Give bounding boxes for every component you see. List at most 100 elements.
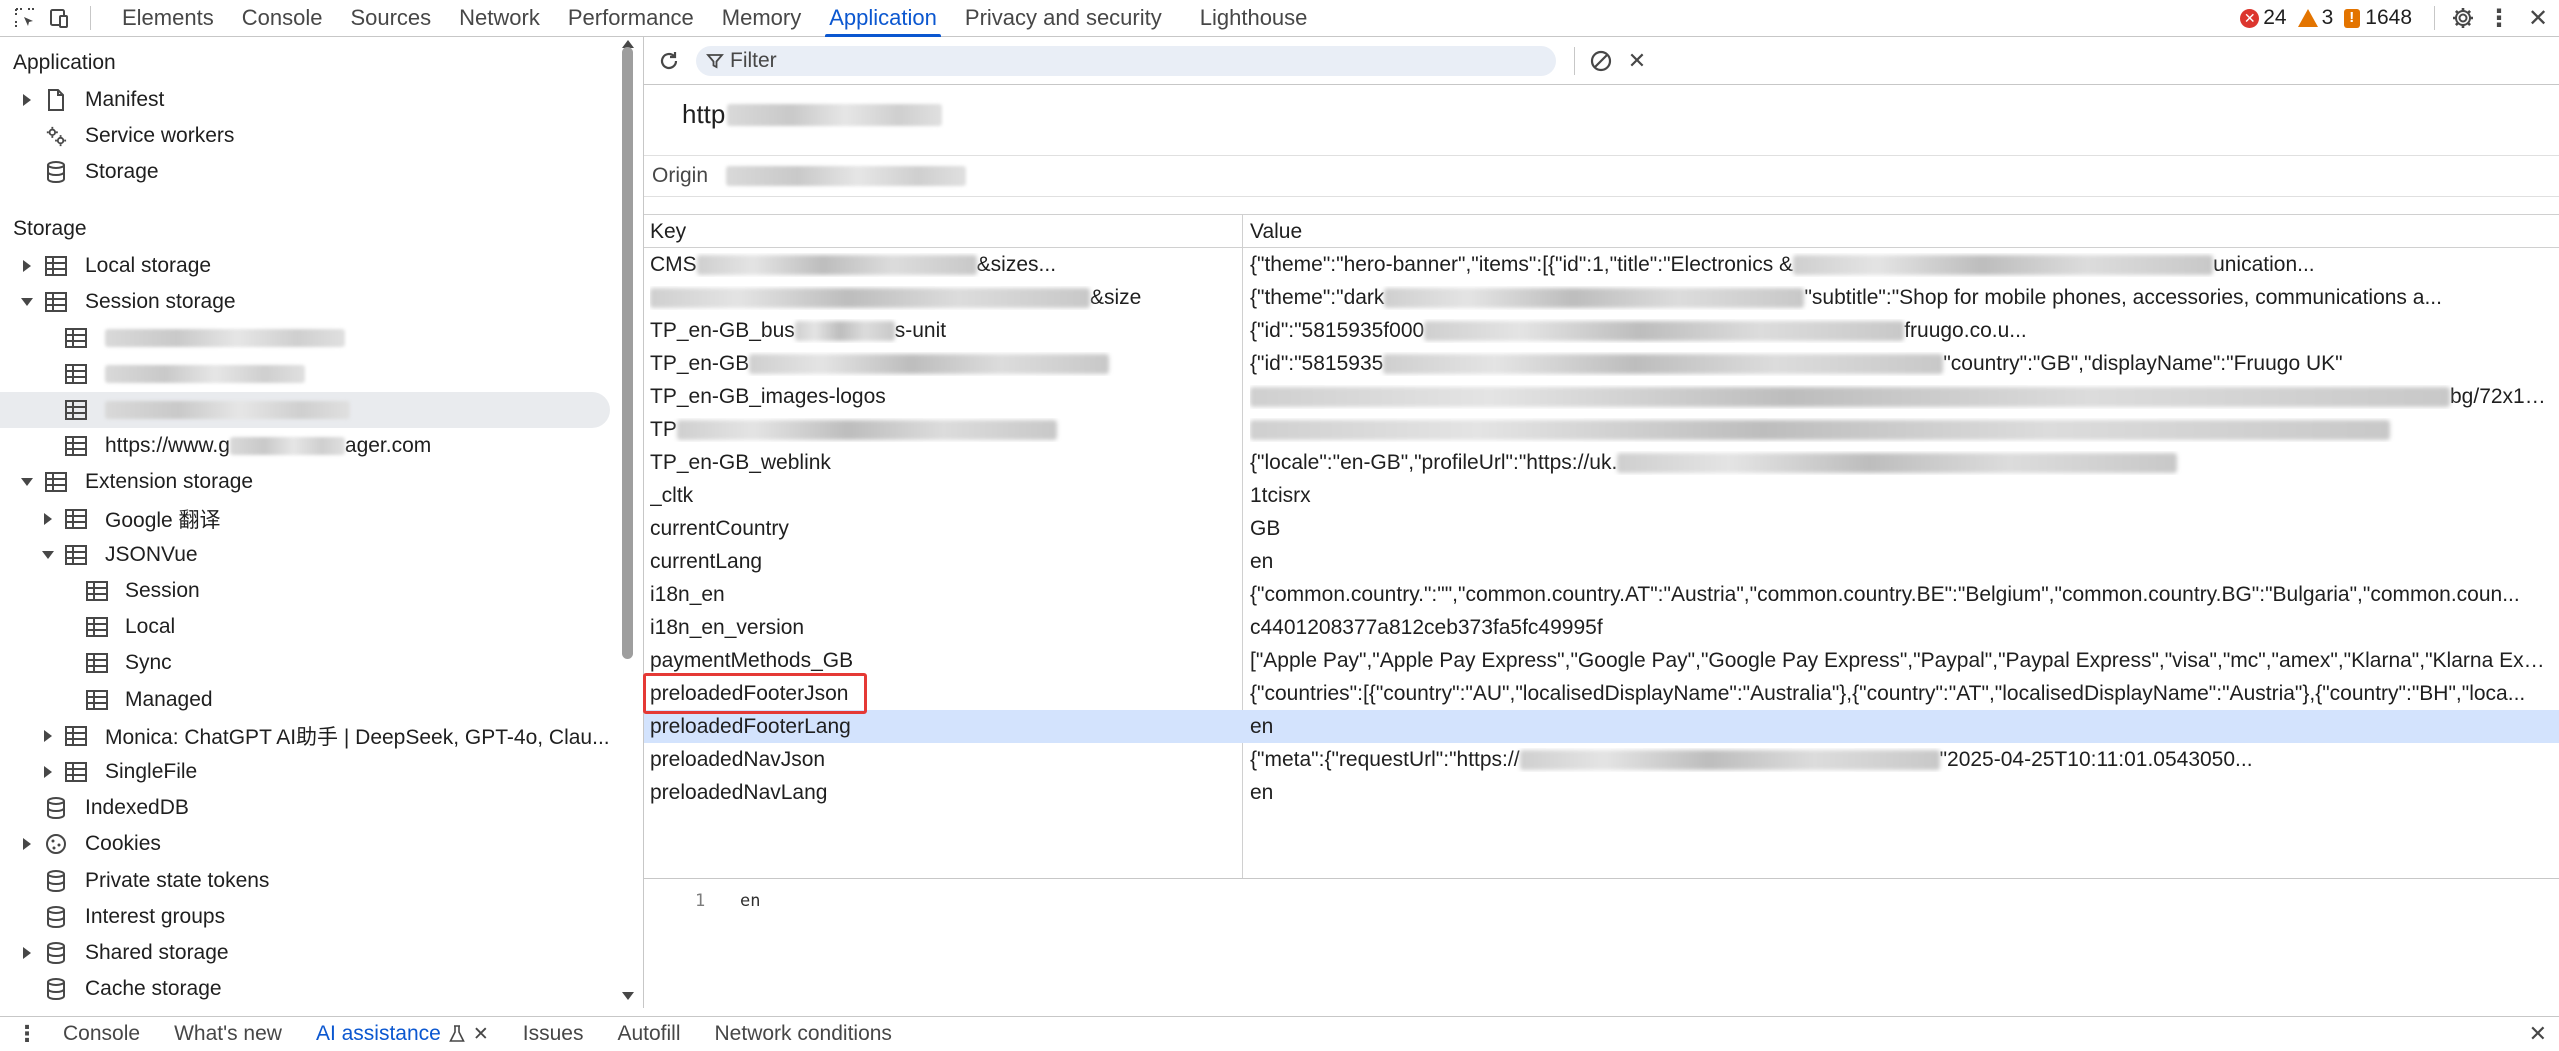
- close-tab-icon[interactable]: ✕: [473, 1023, 489, 1046]
- key-cell[interactable]: CMS &sizes...: [650, 253, 1235, 277]
- sidebar-item-cache-storage[interactable]: Cache storage: [0, 971, 610, 1007]
- sidebar-item-session-origin[interactable]: [0, 356, 610, 392]
- key-cell[interactable]: currentCountry: [650, 517, 1235, 541]
- table-row[interactable]: i18n_en_version c4401208377a812ceb373fa5f…: [644, 611, 2559, 644]
- table-row[interactable]: TP: [644, 413, 2559, 446]
- value-cell[interactable]: en: [1250, 781, 2550, 805]
- value-cell[interactable]: GB: [1250, 517, 2550, 541]
- sidebar-item-monica[interactable]: Monica: ChatGPT AI助手 | DeepSeek, GPT-4o,…: [0, 718, 610, 754]
- value-cell[interactable]: {"locale":"en-GB","profileUrl":"https://…: [1250, 451, 2550, 475]
- value-cell[interactable]: en: [1250, 715, 2550, 739]
- tab-memory[interactable]: Memory: [708, 0, 815, 36]
- sidebar-item-jsonvue-managed[interactable]: Managed: [0, 682, 610, 718]
- expand-arrow-icon[interactable]: [19, 248, 35, 284]
- key-cell[interactable]: TP_en-GB: [650, 352, 1235, 376]
- drawer-tab-whats-new[interactable]: What's new: [157, 1017, 299, 1051]
- key-cell[interactable]: TP_en-GB_weblink: [650, 451, 1235, 475]
- key-cell[interactable]: _cltk: [650, 484, 1235, 508]
- issues-count-badge[interactable]: 1648: [2344, 6, 2412, 30]
- close-drawer-icon[interactable]: ✕: [2529, 1017, 2547, 1051]
- expand-arrow-icon[interactable]: [40, 718, 56, 754]
- sidebar-item-session-storage[interactable]: Session storage: [0, 284, 610, 320]
- collapse-arrow-icon[interactable]: [19, 284, 35, 320]
- collapse-arrow-icon[interactable]: [19, 464, 35, 500]
- value-cell[interactable]: {"meta":{"requestUrl":"https:// "2025-04-…: [1250, 748, 2550, 772]
- more-options-icon[interactable]: ⋮: [2481, 0, 2517, 36]
- settings-gear-icon[interactable]: [2445, 0, 2481, 36]
- filter-input[interactable]: [730, 49, 1510, 73]
- sidebar-item-session-origin[interactable]: https://www.g ager.com: [0, 428, 610, 464]
- error-count-badge[interactable]: ✕ 24: [2240, 6, 2287, 30]
- sidebar-item-session-origin[interactable]: [0, 320, 610, 356]
- key-cell[interactable]: TP_en-GB_bus s-unit: [650, 319, 1235, 343]
- sidebar-item-jsonvue-local[interactable]: Local: [0, 609, 610, 645]
- expand-arrow-icon[interactable]: [19, 826, 35, 862]
- value-cell[interactable]: en: [1250, 550, 2550, 574]
- tab-application[interactable]: Application: [815, 0, 951, 37]
- drawer-tab-console[interactable]: Console: [46, 1017, 157, 1051]
- key-cell[interactable]: preloadedNavLang: [650, 781, 1235, 805]
- key-cell[interactable]: i18n_en_version: [650, 616, 1235, 640]
- expand-arrow-icon[interactable]: [19, 82, 35, 118]
- drawer-tab-ai-assistance[interactable]: AI assistance ✕: [299, 1017, 506, 1051]
- sidebar-item-extension-storage[interactable]: Extension storage: [0, 464, 610, 500]
- table-row[interactable]: currentLang en: [644, 545, 2559, 578]
- drawer-tab-network-conditions[interactable]: Network conditions: [698, 1017, 909, 1051]
- sidebar-item-local-storage[interactable]: Local storage: [0, 248, 610, 284]
- sidebar-item-shared-storage[interactable]: Shared storage: [0, 935, 610, 971]
- tab-network[interactable]: Network: [445, 0, 554, 36]
- warning-count-badge[interactable]: 3: [2297, 6, 2333, 30]
- sidebar-item-service-workers[interactable]: Service workers: [0, 118, 610, 154]
- tab-performance[interactable]: Performance: [554, 0, 708, 36]
- sidebar-item-indexeddb[interactable]: IndexedDB: [0, 790, 610, 826]
- table-row[interactable]: TP_en-GB_weblink {"locale":"en-GB","profi…: [644, 446, 2559, 479]
- value-cell[interactable]: {"id":"5815935 "country":"GB","displayNam…: [1250, 352, 2550, 376]
- tab-lighthouse[interactable]: Lighthouse: [1186, 0, 1322, 36]
- table-row[interactable]: TP_en-GB_images-logos bg/72x16.png", "log…: [644, 380, 2559, 413]
- sidebar-item-cookies[interactable]: Cookies: [0, 826, 610, 862]
- value-cell[interactable]: {"countries":[{"country":"AU","localised…: [1250, 682, 2550, 706]
- key-cell[interactable]: i18n_en: [650, 583, 1235, 607]
- expand-arrow-icon[interactable]: [40, 501, 56, 537]
- table-row[interactable]: preloadedFooterJson {"countries":[{"count…: [644, 677, 2559, 710]
- key-cell[interactable]: TP_en-GB_images-logos: [650, 385, 1235, 409]
- key-cell[interactable]: &size: [650, 286, 1235, 310]
- drawer-tab-issues[interactable]: Issues: [506, 1017, 601, 1051]
- value-cell[interactable]: bg/72x16.png", "logo...: [1250, 385, 2550, 409]
- value-column-header[interactable]: Value: [1250, 220, 2550, 244]
- expand-arrow-icon[interactable]: [19, 935, 35, 971]
- sidebar-item-google-translate[interactable]: Google 翻译: [0, 501, 610, 537]
- key-cell[interactable]: currentLang: [650, 550, 1235, 574]
- table-row[interactable]: i18n_en {"common.country.":"","common.cou…: [644, 578, 2559, 611]
- value-cell[interactable]: c4401208377a812ceb373fa5fc49995f: [1250, 616, 2550, 640]
- table-row[interactable]: preloadedFooterLang en: [644, 710, 2559, 743]
- value-cell[interactable]: {"common.country.":"","common.country.AT…: [1250, 583, 2550, 607]
- key-cell[interactable]: TP: [650, 418, 1235, 442]
- sidebar-item-manifest[interactable]: Manifest: [0, 82, 610, 118]
- filter-field[interactable]: [696, 46, 1556, 76]
- value-cell[interactable]: {"theme":"dark "subtitle":"Shop for mobil…: [1250, 286, 2550, 310]
- close-devtools-icon[interactable]: ✕: [2517, 0, 2559, 36]
- value-cell[interactable]: 1tcisrx: [1250, 484, 2550, 508]
- sidebar-item-interest-groups[interactable]: Interest groups: [0, 899, 610, 935]
- tab-elements[interactable]: Elements: [108, 0, 228, 36]
- table-row[interactable]: TP_en-GB_bus s-unit {"id":"5815935f000 fruu…: [644, 314, 2559, 347]
- table-row[interactable]: CMS &sizes... {"theme":"hero-banner","item…: [644, 248, 2559, 281]
- expand-arrow-icon[interactable]: [40, 754, 56, 790]
- drawer-menu-icon[interactable]: ⋮: [16, 1017, 38, 1051]
- key-cell[interactable]: preloadedNavJson: [650, 748, 1235, 772]
- sidebar-scrollbar-thumb[interactable]: [622, 47, 633, 659]
- tab-console[interactable]: Console: [228, 0, 337, 36]
- sidebar-item-private-state-tokens[interactable]: Private state tokens: [0, 863, 610, 899]
- clear-all-icon[interactable]: [1586, 46, 1616, 76]
- key-cell[interactable]: preloadedFooterLang: [650, 715, 1235, 739]
- sidebar-item-jsonvue-session[interactable]: Session: [0, 573, 610, 609]
- inspect-element-icon[interactable]: [10, 0, 40, 36]
- sidebar-item-jsonvue[interactable]: JSONVue: [0, 537, 610, 573]
- key-cell[interactable]: preloadedFooterJson: [650, 682, 1235, 706]
- sidebar-item-singlefile[interactable]: SingleFile: [0, 754, 610, 790]
- sidebar-item-session-origin-selected[interactable]: [0, 392, 610, 428]
- value-cell[interactable]: [1250, 418, 2550, 442]
- tab-privacy-and-security[interactable]: Privacy and security: [951, 0, 1176, 36]
- drawer-tab-autofill[interactable]: Autofill: [600, 1017, 697, 1051]
